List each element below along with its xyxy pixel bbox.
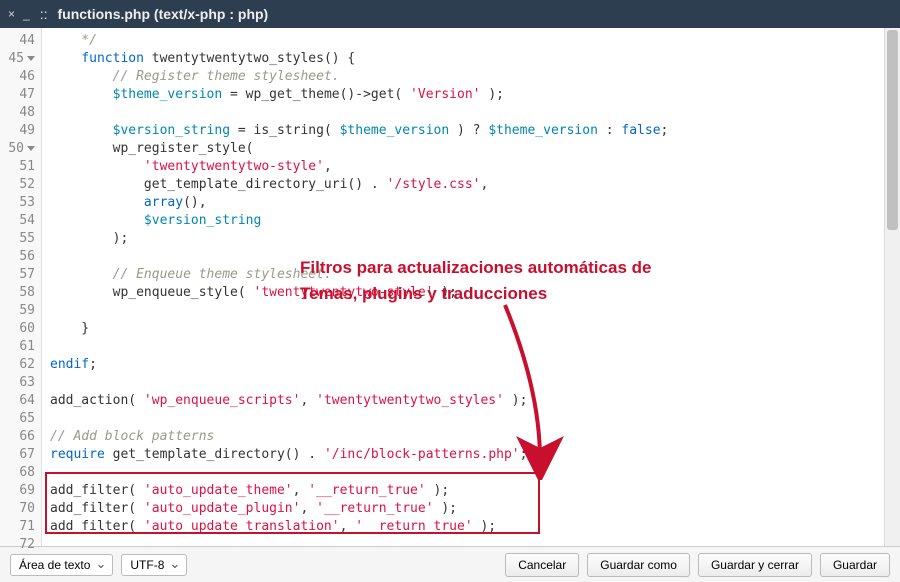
line-number: 63 [0, 374, 35, 392]
code-line[interactable]: $theme_version = wp_get_theme()->get( 'V… [50, 86, 892, 104]
code-line[interactable]: array(), [50, 194, 892, 212]
line-number: 53 [0, 194, 35, 212]
code-line[interactable]: add_filter( 'auto_update_translation', '… [50, 518, 892, 536]
code-line[interactable] [50, 338, 892, 356]
page-title: functions.php (text/x-php : php) [57, 6, 268, 22]
line-number: 50 [0, 140, 35, 158]
code-line[interactable]: $version_string = is_string( $theme_vers… [50, 122, 892, 140]
line-number: 68 [0, 464, 35, 482]
save-as-button[interactable]: Guardar como [587, 553, 690, 577]
code-line[interactable] [50, 536, 892, 546]
line-number: 48 [0, 104, 35, 122]
code-line[interactable] [50, 410, 892, 428]
vertical-scrollbar[interactable] [884, 28, 900, 546]
line-number: 57 [0, 266, 35, 284]
line-number: 49 [0, 122, 35, 140]
code-line[interactable]: get_template_directory_uri() . '/style.c… [50, 176, 892, 194]
window-controls: × _ [8, 7, 30, 21]
line-number: 45 [0, 50, 35, 68]
line-number: 54 [0, 212, 35, 230]
line-number: 44 [0, 32, 35, 50]
line-number-gutter: 4445464748495051525354555657585960616263… [0, 28, 42, 546]
scrollbar-thumb[interactable] [887, 30, 898, 230]
cancel-button[interactable]: Cancelar [505, 553, 579, 577]
code-line[interactable]: } [50, 320, 892, 338]
save-button[interactable]: Guardar [820, 553, 890, 577]
line-number: 70 [0, 500, 35, 518]
line-number: 65 [0, 410, 35, 428]
code-line[interactable] [50, 302, 892, 320]
code-area[interactable]: */ function twentytwentytwo_styles() { /… [42, 28, 900, 546]
code-line[interactable]: add_filter( 'auto_update_theme', '__retu… [50, 482, 892, 500]
code-line[interactable]: wp_register_style( [50, 140, 892, 158]
line-number: 51 [0, 158, 35, 176]
close-icon[interactable]: × [8, 7, 15, 21]
save-close-button[interactable]: Guardar y cerrar [698, 553, 812, 577]
line-number: 69 [0, 482, 35, 500]
code-line[interactable]: ); [50, 230, 892, 248]
code-line[interactable]: function twentytwentytwo_styles() { [50, 50, 892, 68]
mode-select[interactable]: Área de texto [10, 554, 113, 576]
code-line[interactable]: require get_template_directory() . '/inc… [50, 446, 892, 464]
line-number: 72 [0, 536, 35, 554]
code-line[interactable]: wp_enqueue_style( 'twentytwentytwo-style… [50, 284, 892, 302]
code-line[interactable]: // Enqueue theme stylesheet. [50, 266, 892, 284]
line-number: 59 [0, 302, 35, 320]
line-number: 61 [0, 338, 35, 356]
line-number: 46 [0, 68, 35, 86]
code-line[interactable]: 'twentytwentytwo-style', [50, 158, 892, 176]
title-separator: :: [40, 6, 48, 22]
line-number: 67 [0, 446, 35, 464]
line-number: 52 [0, 176, 35, 194]
code-line[interactable] [50, 248, 892, 266]
code-line[interactable]: $version_string [50, 212, 892, 230]
line-number: 71 [0, 518, 35, 536]
line-number: 58 [0, 284, 35, 302]
code-line[interactable]: endif; [50, 356, 892, 374]
titlebar: × _ :: functions.php (text/x-php : php) [0, 0, 900, 28]
code-line[interactable]: */ [50, 32, 892, 50]
code-line[interactable] [50, 374, 892, 392]
line-number: 55 [0, 230, 35, 248]
code-line[interactable]: add_action( 'wp_enqueue_scripts', 'twent… [50, 392, 892, 410]
code-line[interactable] [50, 104, 892, 122]
code-line[interactable]: // Add block patterns [50, 428, 892, 446]
line-number: 60 [0, 320, 35, 338]
line-number: 56 [0, 248, 35, 266]
code-line[interactable] [50, 464, 892, 482]
code-editor[interactable]: 4445464748495051525354555657585960616263… [0, 28, 900, 546]
minimize-icon[interactable]: _ [23, 7, 30, 21]
line-number: 47 [0, 86, 35, 104]
footer-bar: Área de texto UTF-8 Cancelar Guardar com… [0, 546, 900, 582]
encoding-select[interactable]: UTF-8 [121, 554, 187, 576]
code-line[interactable]: add_filter( 'auto_update_plugin', '__ret… [50, 500, 892, 518]
line-number: 64 [0, 392, 35, 410]
line-number: 66 [0, 428, 35, 446]
code-line[interactable]: // Register theme stylesheet. [50, 68, 892, 86]
line-number: 62 [0, 356, 35, 374]
